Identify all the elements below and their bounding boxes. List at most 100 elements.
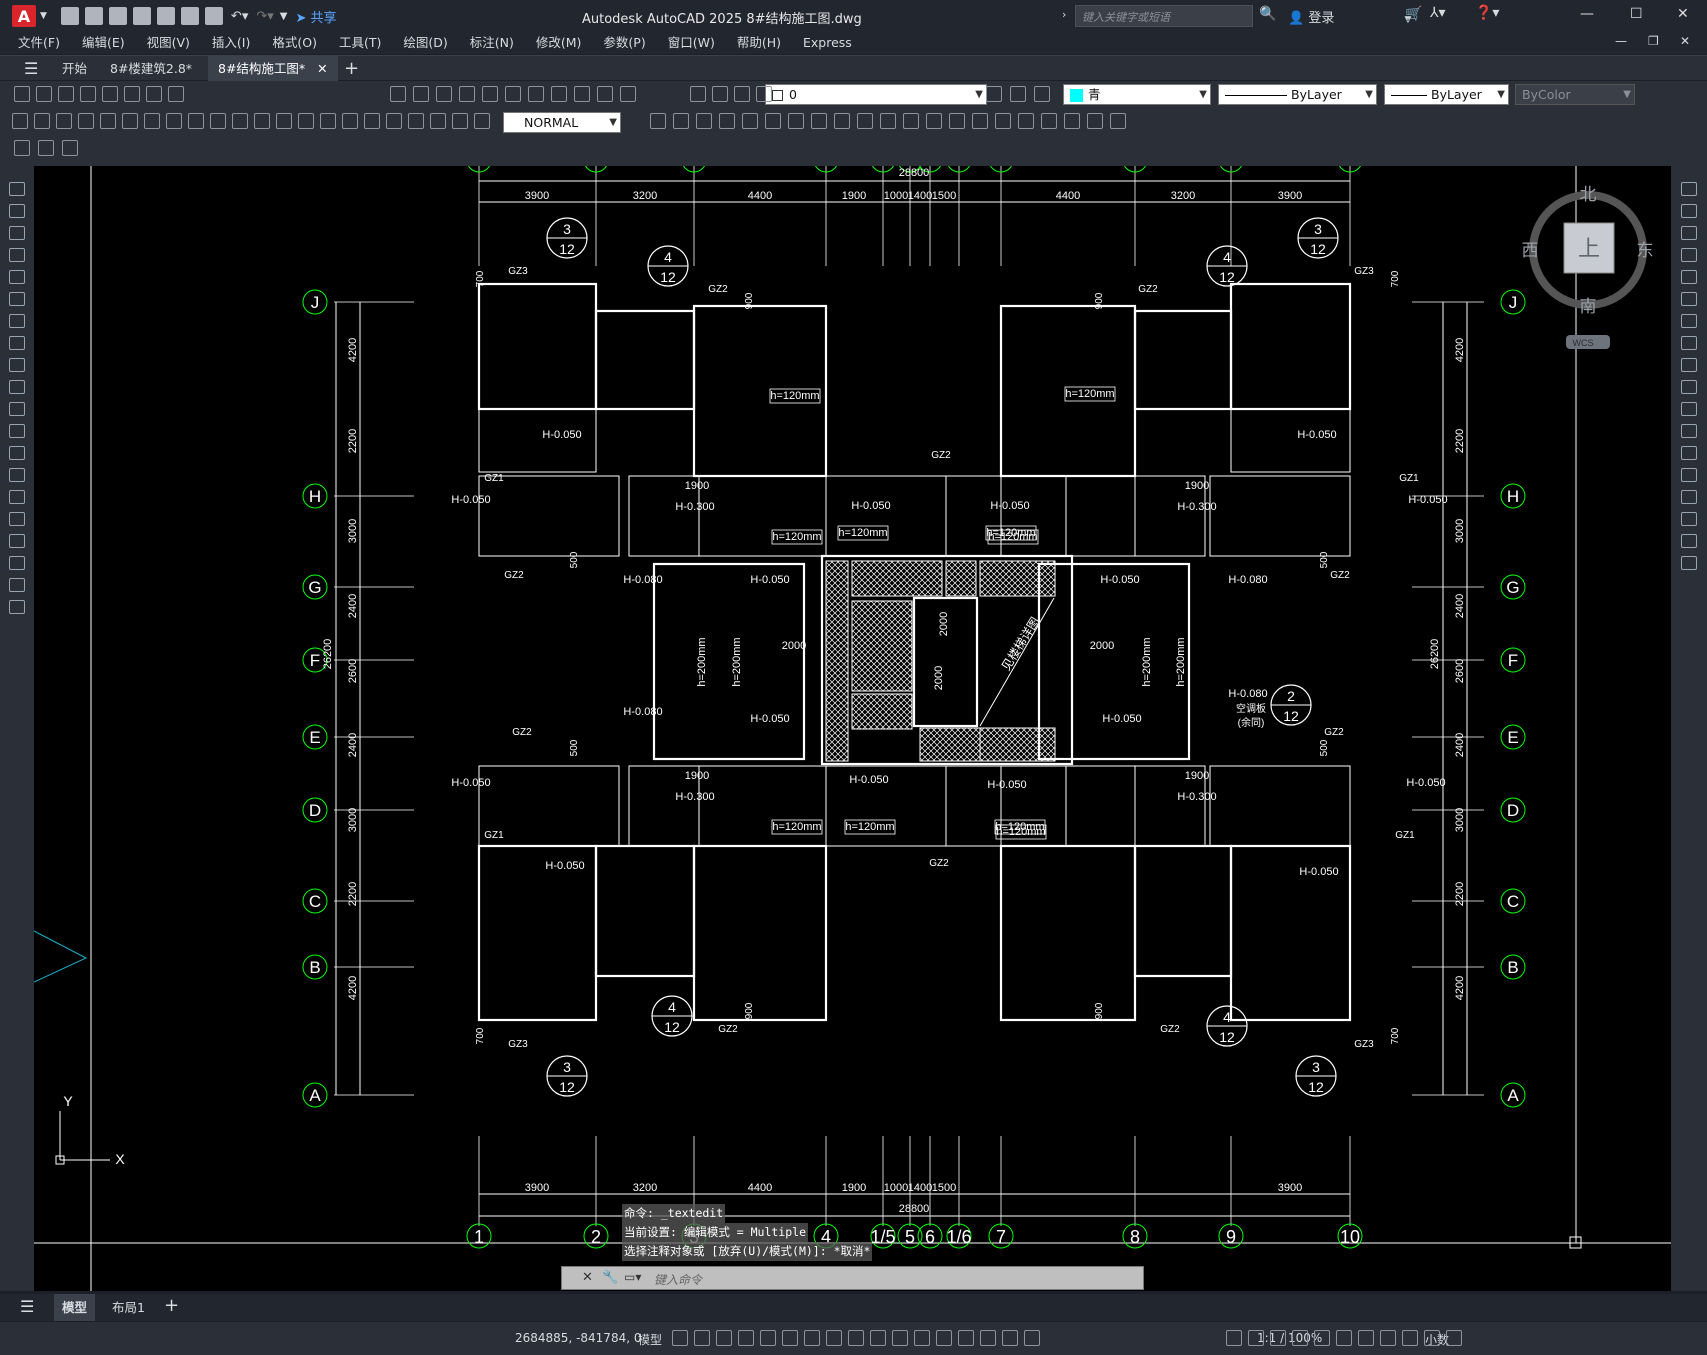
standard-tool-icon[interactable] [36,86,52,102]
utility-tool-icon[interactable] [436,86,452,102]
status-toggle-icon[interactable] [738,1330,754,1346]
modeling-tool-icon[interactable] [696,113,712,129]
status-toggle-icon[interactable] [1002,1330,1018,1346]
modify-tool-icon[interactable] [1681,490,1697,504]
layer-tool-icon[interactable] [734,86,750,102]
status-toggle-icon[interactable] [760,1330,776,1346]
extra-tool-icon[interactable] [14,140,30,156]
status-toggle-icon[interactable] [980,1330,996,1346]
redo-icon[interactable]: ↷▾ [256,9,273,24]
open-web-icon[interactable] [156,7,175,25]
autodesk-app-icon[interactable]: ⅄▾ [1430,5,1446,21]
modify-tool-icon[interactable] [1681,182,1697,196]
annotation-scale[interactable]: 1:1 / 100% [1257,1331,1322,1345]
extra-tool-icon[interactable] [62,140,78,156]
text-style-dropdown[interactable]: NORMAL ▼ [503,112,621,133]
compass-south[interactable]: 南 [1580,297,1597,316]
app-menu-chevron-icon[interactable]: ▼ [40,11,47,21]
standard-tool-icon[interactable] [58,86,74,102]
maximize-window-button[interactable]: ☐ [1630,6,1643,22]
linetype-dropdown[interactable]: ByLayer ▼ [1218,84,1377,105]
search-icon[interactable]: 🔍 [1259,6,1276,22]
modeling-tool-icon[interactable] [995,113,1011,129]
modeling-tool-icon[interactable] [811,113,827,129]
utility-tool-icon[interactable] [551,86,567,102]
close-icon[interactable]: ✕ [582,1270,593,1285]
draw-tool-icon[interactable] [9,270,25,284]
draw-modify-tool-icon[interactable] [320,113,336,129]
menu-parametric[interactable]: 参数(P) [603,32,645,54]
draw-modify-tool-icon[interactable] [430,113,446,129]
modify-tool-icon[interactable] [1681,512,1697,526]
status-toggle-icon[interactable] [1380,1330,1396,1346]
draw-tool-icon[interactable] [9,512,25,526]
layer-tool-icon[interactable] [712,86,728,102]
modeling-tool-icon[interactable] [1087,113,1103,129]
status-toggle-icon[interactable] [958,1330,974,1346]
modeling-tool-icon[interactable] [1064,113,1080,129]
plot-icon[interactable] [204,7,223,25]
modify-tool-icon[interactable] [1681,358,1697,372]
standard-tool-icon[interactable] [80,86,96,102]
layer-state-tool-icon[interactable] [986,86,1002,102]
doc-close-button[interactable]: ✕ [1680,34,1690,48]
draw-modify-tool-icon[interactable] [276,113,292,129]
menu-window[interactable]: 窗口(W) [668,32,715,54]
draw-tool-icon[interactable] [9,204,25,218]
plotstyle-dropdown[interactable]: ByColor ▼ [1515,84,1635,105]
draw-tool-icon[interactable] [9,424,25,438]
draw-modify-tool-icon[interactable] [144,113,160,129]
extra-tool-icon[interactable] [38,140,54,156]
modeling-tool-icon[interactable] [880,113,896,129]
menu-edit[interactable]: 编辑(E) [82,32,125,54]
menu-insert[interactable]: 插入(I) [212,32,250,54]
utility-tool-icon[interactable] [459,86,475,102]
cart-icon[interactable]: 🛒 [1405,6,1422,22]
command-prompt-icon[interactable]: ▭▾ [624,1270,641,1284]
modify-tool-icon[interactable] [1681,270,1697,284]
modeling-tool-icon[interactable] [719,113,735,129]
layout-menu-icon[interactable]: ☰ [20,1297,34,1316]
draw-tool-icon[interactable] [9,534,25,548]
menu-express[interactable]: Express [803,32,852,54]
status-toggle-icon[interactable] [716,1330,732,1346]
utility-tool-icon[interactable] [597,86,613,102]
status-toggle-icon[interactable] [804,1330,820,1346]
draw-tool-icon[interactable] [9,336,25,350]
standard-tool-icon[interactable] [14,86,30,102]
status-toggle-icon[interactable] [1358,1330,1374,1346]
draw-modify-tool-icon[interactable] [474,113,490,129]
menu-tools[interactable]: 工具(T) [339,32,381,54]
draw-tool-icon[interactable] [9,402,25,416]
standard-tool-icon[interactable] [124,86,140,102]
standard-tool-icon[interactable] [146,86,162,102]
status-toggle-icon[interactable] [1270,1330,1286,1346]
doc-restore-button[interactable]: ❐ [1648,34,1659,48]
utility-tool-icon[interactable] [574,86,590,102]
draw-modify-tool-icon[interactable] [364,113,380,129]
modify-tool-icon[interactable] [1681,336,1697,350]
layer-tool-icon[interactable] [756,86,772,102]
coordinates-readout[interactable]: 2684885, -841784, 0 [515,1331,641,1345]
draw-tool-icon[interactable] [9,314,25,328]
drawing-canvas[interactable]: 12341/5561/678910JJHHGGFFEEDDCCBBAA28800… [34,166,1671,1291]
undo-icon[interactable]: ↶▾ [231,9,248,24]
modeling-tool-icon[interactable] [972,113,988,129]
save-as-icon[interactable] [132,7,151,25]
utility-tool-icon[interactable] [390,86,406,102]
wrench-icon[interactable]: 🔧 [602,1270,618,1285]
draw-modify-tool-icon[interactable] [408,113,424,129]
modify-tool-icon[interactable] [1681,556,1697,570]
status-toggle-icon[interactable] [1292,1330,1308,1346]
modify-tool-icon[interactable] [1681,380,1697,394]
utility-tool-icon[interactable] [620,86,636,102]
add-layout-button[interactable]: + [164,1295,179,1316]
draw-tool-icon[interactable] [9,358,25,372]
status-toggle-icon[interactable] [1024,1330,1040,1346]
share-button[interactable]: ➤ 共享 [295,7,336,26]
draw-modify-tool-icon[interactable] [100,113,116,129]
modeling-tool-icon[interactable] [949,113,965,129]
draw-tool-icon[interactable] [9,556,25,570]
modeling-tool-icon[interactable] [926,113,942,129]
utility-tool-icon[interactable] [505,86,521,102]
